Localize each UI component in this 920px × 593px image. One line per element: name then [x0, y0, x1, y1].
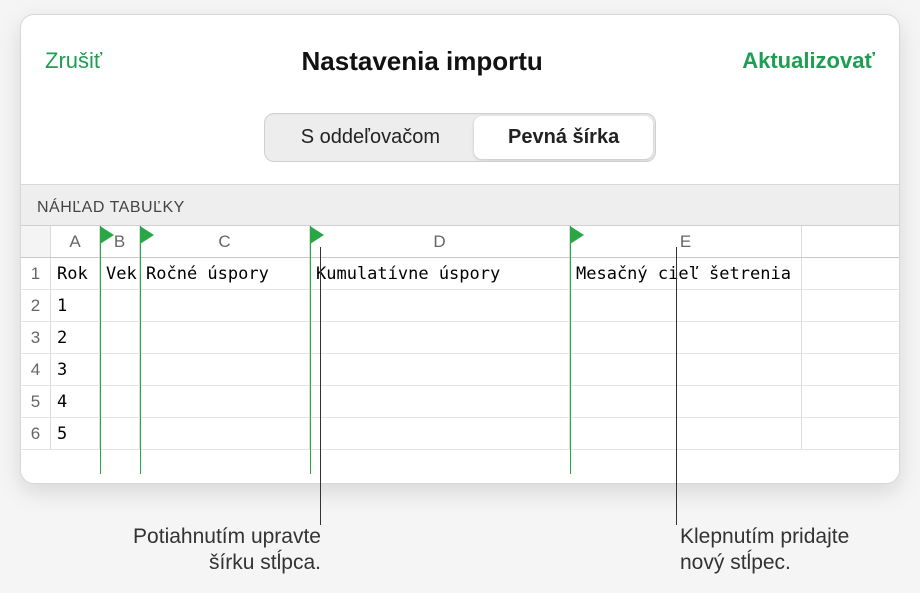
cell — [100, 322, 140, 353]
row-header: 6 — [21, 418, 51, 449]
column-header-c[interactable]: C — [140, 226, 310, 257]
table-row: 1 Rok Vek Ročné úspory Kumulatívne úspor… — [21, 258, 899, 290]
segment-fixed-width[interactable]: Pevná šírka — [474, 116, 653, 159]
cell: 4 — [51, 386, 100, 417]
cell — [140, 354, 310, 385]
cell — [140, 322, 310, 353]
cell — [140, 386, 310, 417]
dialog-title: Nastavenia importu — [102, 46, 742, 77]
table-preview-label: NÁHĽAD TABUĽKY — [21, 185, 899, 226]
column-handle-icon[interactable] — [570, 226, 584, 244]
mode-segmented-control[interactable]: S oddeľovačom Pevná šírka — [264, 113, 656, 162]
column-header-d[interactable]: D — [310, 226, 570, 257]
cell — [100, 354, 140, 385]
cell — [310, 290, 570, 321]
annotation-text: Potiahnutím upravte — [133, 525, 321, 548]
column-handle-icon[interactable] — [310, 226, 324, 244]
table-row: 5 4 — [21, 386, 899, 418]
cell — [100, 386, 140, 417]
table-row: 4 3 — [21, 354, 899, 386]
cell — [140, 418, 310, 449]
cell: 3 — [51, 354, 100, 385]
table-preview[interactable]: A B C D E 1 Rok Vek Ročné úspory Kumulat… — [21, 226, 899, 474]
cell — [310, 322, 570, 353]
annotation-drag: Potiahnutím upravte šírku stĺpca. — [111, 524, 321, 577]
update-button[interactable]: Aktualizovať — [742, 48, 875, 74]
row-header: 1 — [21, 258, 51, 289]
cell — [570, 290, 802, 321]
cell: Kumulatívne úspory — [310, 258, 570, 289]
cell — [100, 418, 140, 449]
callout-leader — [320, 247, 321, 525]
column-header-e[interactable]: E — [570, 226, 802, 257]
cell — [310, 354, 570, 385]
cell: 5 — [51, 418, 100, 449]
annotation-text: Klepnutím pridajte — [680, 525, 849, 548]
row-header: 4 — [21, 354, 51, 385]
annotation-text: nový stĺpec. — [680, 551, 791, 574]
cell — [570, 386, 802, 417]
column-handle-icon[interactable] — [100, 226, 114, 244]
table-row: 6 5 — [21, 418, 899, 450]
callout-leader — [676, 247, 677, 525]
table-row: 3 2 — [21, 322, 899, 354]
preview-grid: A B C D E 1 Rok Vek Ročné úspory Kumulat… — [21, 226, 899, 450]
segmented-control-wrap: S oddeľovačom Pevná šírka — [21, 89, 899, 185]
cell — [570, 354, 802, 385]
table-row: 2 1 — [21, 290, 899, 322]
import-settings-dialog: Zrušiť Nastavenia importu Aktualizovať S… — [20, 14, 900, 484]
segment-delimited[interactable]: S oddeľovačom — [267, 116, 474, 159]
annotation-tap: Klepnutím pridajte nový stĺpec. — [680, 524, 890, 577]
cell — [570, 322, 802, 353]
cell: 1 — [51, 290, 100, 321]
cell — [140, 290, 310, 321]
column-header-a[interactable]: A — [51, 226, 100, 257]
row-header: 3 — [21, 322, 51, 353]
cell: Rok — [51, 258, 100, 289]
annotation-text: šírku stĺpca. — [209, 551, 321, 574]
cell: Ročné úspory — [140, 258, 310, 289]
cell: Vek — [100, 258, 140, 289]
cell — [310, 418, 570, 449]
column-handle-icon[interactable] — [140, 226, 154, 244]
cell: 2 — [51, 322, 100, 353]
cell — [570, 418, 802, 449]
cell — [100, 290, 140, 321]
cancel-button[interactable]: Zrušiť — [45, 48, 102, 74]
row-header: 2 — [21, 290, 51, 321]
row-header: 5 — [21, 386, 51, 417]
cell: Mesačný cieľ šetrenia — [570, 258, 802, 289]
dialog-header: Zrušiť Nastavenia importu Aktualizovať — [21, 15, 899, 89]
corner-cell — [21, 226, 51, 257]
cell — [310, 386, 570, 417]
